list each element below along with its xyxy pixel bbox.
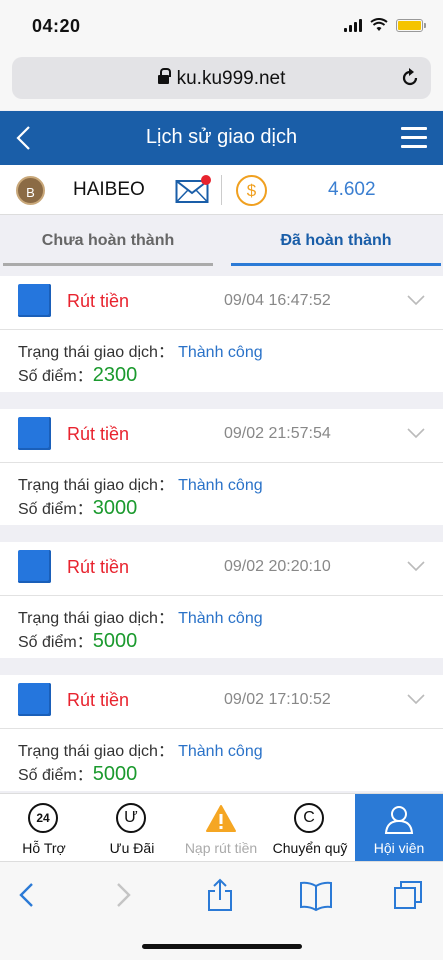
transaction-type: Rút tiền [67,690,130,710]
status-row: Trạng thái giao dịch： Thành công [18,471,263,495]
points-label: Số điểm： [18,368,93,385]
points-row: Số điểm：2300 [18,362,137,387]
points-label: Số điểm： [18,767,93,784]
transaction-time: 09/04 16:47:52 [224,292,331,309]
tab-underline [3,263,213,266]
notification-dot [201,175,211,185]
tab-label: Chưa hoàn thành [41,232,175,249]
points-value: 5000 [92,763,138,785]
points-row: Số điểm：5000 [18,628,137,653]
withdraw-icon [18,417,51,450]
status-value: Thành công [178,477,263,494]
transaction-card: Rút tiền 09/02 17:10:52 Trạng thái giao … [0,675,443,791]
transaction-header[interactable]: Rút tiền 09/02 21:57:54 [0,409,443,463]
points-label: Số điểm： [18,634,93,651]
transaction-card: Rút tiền 09/04 16:47:52 Trạng thái giao … [0,276,443,392]
wifi-icon [370,18,388,31]
avatar[interactable]: B [16,176,45,205]
page-title: Lịch sử giao dịch [145,126,298,148]
cellular-signal-icon [344,18,362,32]
tab-completed[interactable]: Đã hoàn thành [231,216,441,276]
status-row: Trạng thái giao dịch： Thành công [18,338,263,362]
battery-icon [396,18,426,32]
nav-label: Hội viên [373,840,425,856]
nav-label: Ưu Đãi [109,840,155,856]
menu-icon[interactable] [401,127,427,149]
status-row: Trạng thái giao dịch： Thành công [18,604,263,628]
withdraw-icon [18,550,51,583]
browser-back-icon[interactable] [12,878,42,912]
status-icons [344,18,426,32]
lock-icon [157,68,171,85]
transaction-time: 09/02 21:57:54 [224,425,331,442]
user-bar: B HAIBEO $ 4.602 [0,165,443,215]
status-value: Thành công [178,743,263,760]
transaction-type: Rút tiền [67,424,130,444]
transaction-type: Rút tiền [67,557,130,577]
support-24-icon: 24 [28,803,60,835]
browser-address-area: ku.ku999.net [0,50,443,110]
share-icon[interactable] [205,878,235,912]
reload-icon[interactable] [399,67,421,89]
withdraw-icon [18,683,51,716]
nav-transfer[interactable]: C Chuyển quỹ [266,794,354,862]
status-value: Thành công [178,610,263,627]
warning-icon [206,805,236,832]
points-value: 2300 [92,364,138,386]
tab-label: Đã hoàn thành [280,232,392,249]
bookmarks-icon[interactable] [299,878,333,912]
transaction-card: Rút tiền 09/02 21:57:54 Trạng thái giao … [0,409,443,525]
nav-promotions[interactable]: Ư Ưu Đãi [88,794,176,862]
transaction-header[interactable]: Rút tiền 09/02 20:20:10 [0,542,443,596]
status-row: Trạng thái giao dịch： Thành công [18,737,263,761]
status-value: Thành công [178,344,263,361]
transaction-time: 09/02 17:10:52 [224,691,331,708]
transaction-header[interactable]: Rút tiền 09/04 16:47:52 [0,276,443,330]
chevron-down-icon[interactable] [407,294,425,306]
nav-member[interactable]: Hội viên [355,794,443,862]
nav-label: Chuyển quỹ [272,840,348,856]
tab-bar: Chưa hoàn thành Đã hoàn thành [0,216,443,276]
address-bar[interactable]: ku.ku999.net [12,57,431,99]
status-label: Trạng thái giao dịch： [18,610,174,627]
app-header: Lịch sử giao dịch [0,111,443,165]
transaction-time: 09/02 20:20:10 [224,558,331,575]
status-label: Trạng thái giao dịch： [18,743,174,760]
member-icon [384,806,414,834]
status-label: Trạng thái giao dịch： [18,477,174,494]
promo-icon: Ư [116,803,148,835]
points-row: Số điểm：3000 [18,495,137,520]
balance-value: 4.602 [328,179,376,200]
transaction-type: Rút tiền [67,291,130,311]
chevron-down-icon[interactable] [407,427,425,439]
points-value: 5000 [92,630,138,652]
url-text: ku.ku999.net [176,68,286,89]
status-label: Trạng thái giao dịch： [18,344,174,361]
browser-forward-icon[interactable] [108,878,138,912]
status-bar: 04:20 [0,0,443,50]
tabs-icon[interactable] [393,878,423,912]
divider [221,175,222,205]
status-time: 04:20 [32,16,81,36]
transaction-card: Rút tiền 09/02 20:20:10 Trạng thái giao … [0,542,443,658]
nav-deposit-withdraw[interactable]: Nạp rút tiền [177,794,265,862]
transaction-header[interactable]: Rút tiền 09/02 17:10:52 [0,675,443,729]
withdraw-icon [18,284,51,317]
chevron-down-icon[interactable] [407,560,425,572]
nav-label: Hỗ Trợ [22,840,66,856]
home-indicator [142,944,302,949]
points-value: 3000 [92,497,138,519]
coin-icon: $ [236,175,267,206]
bottom-nav: 24 Hỗ Trợ Ư Ưu Đãi Nạp rút tiền C Chuyển… [0,793,443,862]
nav-support[interactable]: 24 Hỗ Trợ [0,794,88,862]
chevron-down-icon[interactable] [407,693,425,705]
tab-underline-active [231,263,441,266]
username: HAIBEO [73,179,145,200]
transfer-icon: C [294,803,326,835]
points-row: Số điểm：5000 [18,761,137,786]
nav-label: Nạp rút tiền [184,840,258,856]
points-label: Số điểm： [18,501,93,518]
url-display: ku.ku999.net [12,68,431,90]
tab-incomplete[interactable]: Chưa hoàn thành [3,216,213,276]
